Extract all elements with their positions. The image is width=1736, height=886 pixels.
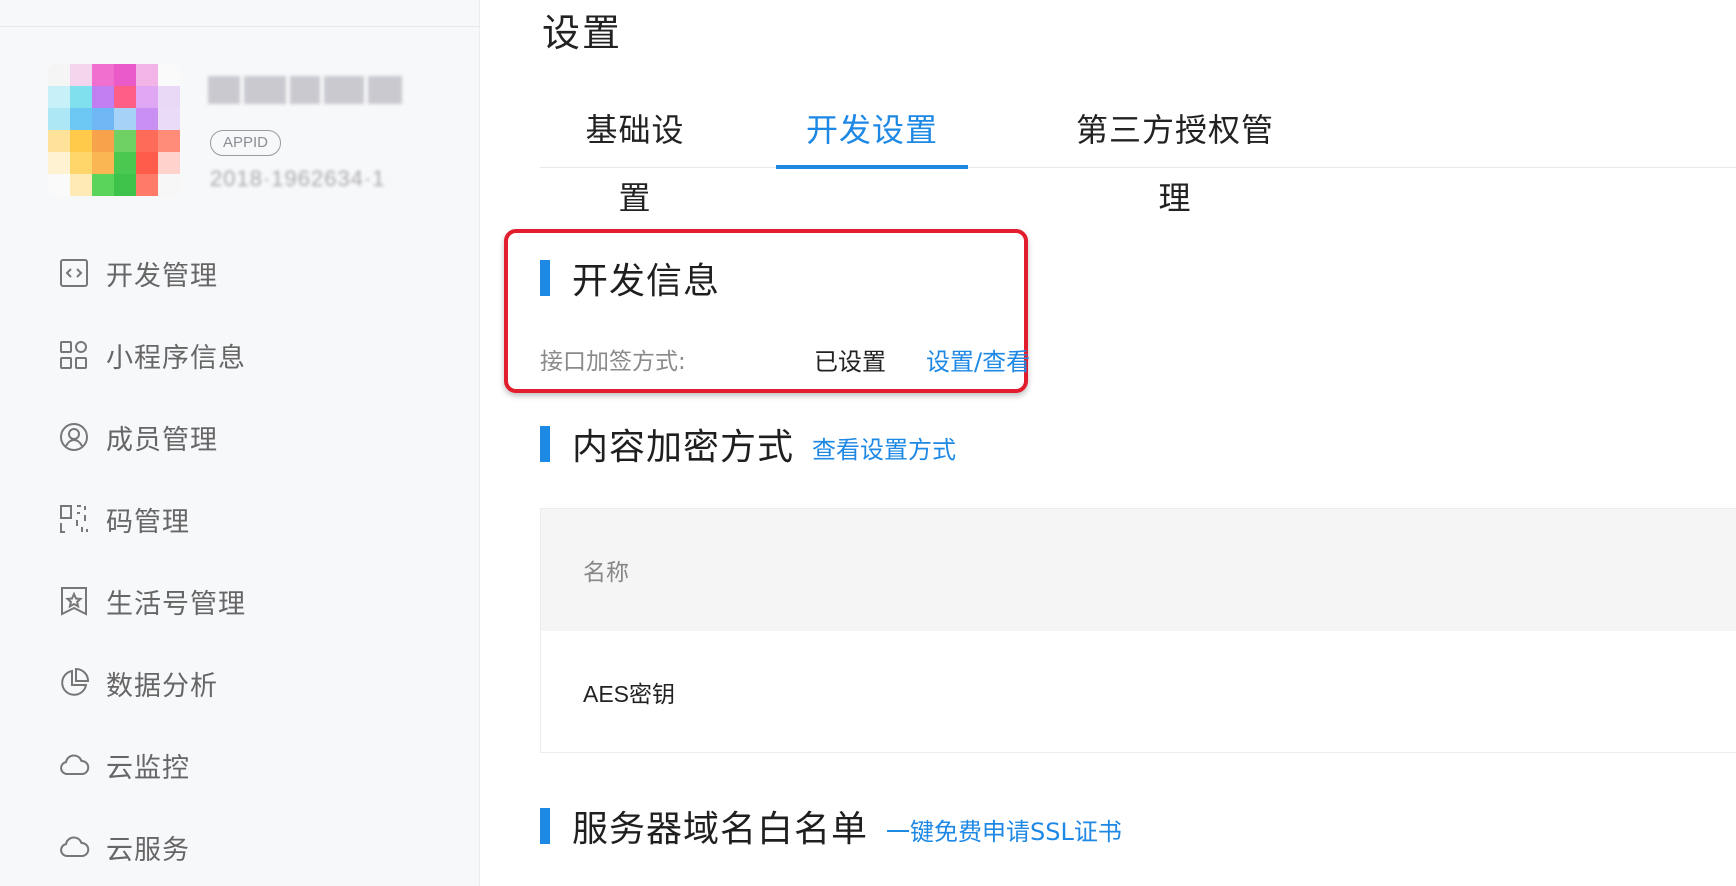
sidebar-item-label: 小程序信息	[106, 342, 246, 374]
tab-basic-settings[interactable]: 基础设置	[570, 96, 700, 217]
sidebar-item-label: 云监控	[106, 752, 190, 784]
section-encryption: 内容加密方式 查看设置方式	[540, 418, 956, 470]
sidebar-item-miniapp-info[interactable]: 小程序信息	[0, 314, 480, 396]
sidebar-item-label: 云服务	[106, 834, 190, 866]
app-avatar	[48, 64, 180, 196]
appid-badge: APPID	[210, 130, 282, 156]
app-root: APPID 2018·1962634·1 开发管理 小程序信息 成员管理 码管理…	[0, 0, 1736, 886]
table-cell-name: AES密钥	[583, 680, 676, 707]
sidebar-item-dev-management[interactable]: 开发管理	[0, 232, 480, 314]
table-row: AES密钥	[541, 631, 1736, 752]
section-title: 服务器域名白名单	[572, 809, 869, 850]
signing-method-status: 已设置	[814, 348, 886, 376]
section-title: 内容加密方式	[572, 427, 795, 468]
qrcode-icon	[58, 503, 90, 535]
sidebar-item-lifestyle[interactable]: 生活号管理	[0, 560, 480, 642]
main-content: 设置 基础设置 开发设置 第三方授权管理 开发信息 接口加签方式: 已设置 设置…	[480, 0, 1736, 886]
sidebar-item-label: 数据分析	[106, 670, 218, 702]
cloud-icon	[58, 831, 90, 863]
section-marker	[540, 808, 550, 844]
sidebar-item-analytics[interactable]: 数据分析	[0, 642, 480, 724]
sidebar-item-label: 生活号管理	[106, 588, 246, 620]
apps-grid-icon	[58, 339, 90, 371]
sidebar-item-label: 开发管理	[106, 260, 218, 292]
tab-dev-settings[interactable]: 开发设置	[776, 96, 968, 169]
tab-third-party-auth[interactable]: 第三方授权管理	[1060, 96, 1290, 217]
appid-value: 2018·1962634·1	[210, 166, 386, 191]
cloud-icon	[58, 749, 90, 781]
section-domain-whitelist: 服务器域名白名单 一键免费申请SSL证书	[540, 800, 1122, 852]
sidebar-item-cloud-monitor[interactable]: 云监控	[0, 724, 480, 806]
signing-method-link[interactable]: 设置/查看	[926, 342, 1030, 377]
sidebar-item-label: 码管理	[106, 506, 190, 538]
section-dev-info: 开发信息	[540, 252, 720, 304]
pie-chart-icon	[58, 667, 90, 699]
apply-ssl-link[interactable]: 一键免费申请SSL证书	[886, 812, 1122, 847]
section-marker	[540, 260, 550, 296]
sidebar-nav: 开发管理 小程序信息 成员管理 码管理 生活号管理 数据分析 云监控 云服务	[0, 232, 480, 886]
code-icon	[58, 257, 90, 289]
view-setup-method-link[interactable]: 查看设置方式	[812, 430, 956, 465]
star-badge-icon	[58, 585, 90, 617]
signing-method-label: 接口加签方式:	[540, 349, 686, 375]
divider	[0, 26, 480, 27]
app-name-redacted	[208, 70, 408, 110]
sidebar: APPID 2018·1962634·1 开发管理 小程序信息 成员管理 码管理…	[0, 0, 480, 886]
page-title: 设置	[542, 11, 623, 55]
section-marker	[540, 426, 550, 462]
column-header-name: 名称	[583, 560, 629, 586]
user-circle-icon	[58, 421, 90, 453]
sidebar-item-cloud-service[interactable]: 云服务	[0, 806, 480, 886]
section-title: 开发信息	[572, 261, 721, 302]
settings-tabs: 基础设置 开发设置 第三方授权管理	[540, 96, 1736, 217]
encryption-table: 名称 AES密钥	[540, 508, 1736, 753]
sidebar-item-code-management[interactable]: 码管理	[0, 478, 480, 560]
sidebar-item-label: 成员管理	[106, 424, 218, 456]
sidebar-item-members[interactable]: 成员管理	[0, 396, 480, 478]
table-header: 名称	[541, 509, 1736, 631]
